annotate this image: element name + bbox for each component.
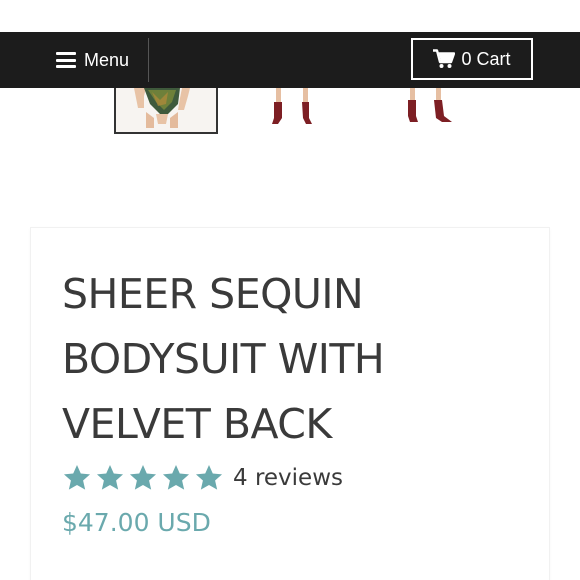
boots-side-thumbnail-image <box>392 88 472 132</box>
boots-thumbnail-image <box>248 88 328 132</box>
menu-label: Menu <box>84 49 130 70</box>
rating-summary[interactable]: 4 reviews <box>62 462 343 494</box>
product-thumbnail-2[interactable] <box>248 88 328 132</box>
reviews-count-link[interactable]: 4 reviews <box>233 465 343 491</box>
cart-icon <box>433 49 456 68</box>
product-thumbnail-3[interactable] <box>392 88 472 132</box>
bodysuit-thumbnail-image <box>116 88 216 132</box>
star-icon <box>162 464 190 490</box>
hamburger-icon <box>56 52 76 68</box>
cart-button[interactable]: 0 Cart <box>411 38 533 80</box>
star-icon <box>63 464 91 490</box>
product-price: $47.00 USD <box>62 508 211 537</box>
star-icon <box>129 464 157 490</box>
product-thumbnail-1[interactable] <box>114 88 218 134</box>
star-icon <box>195 464 223 490</box>
product-title: SHEER SEQUIN BODYSUIT WITH VELVET BACK <box>62 270 385 448</box>
menu-button[interactable]: Menu <box>56 32 129 88</box>
top-nav-bar: Menu 0 Cart <box>0 32 580 88</box>
cart-label: 0 Cart <box>461 48 511 69</box>
product-page: Menu 0 Cart SHEER SEQUIN BODYSUIT WITH V… <box>0 0 580 580</box>
star-icon <box>96 464 124 490</box>
nav-divider <box>148 38 149 82</box>
